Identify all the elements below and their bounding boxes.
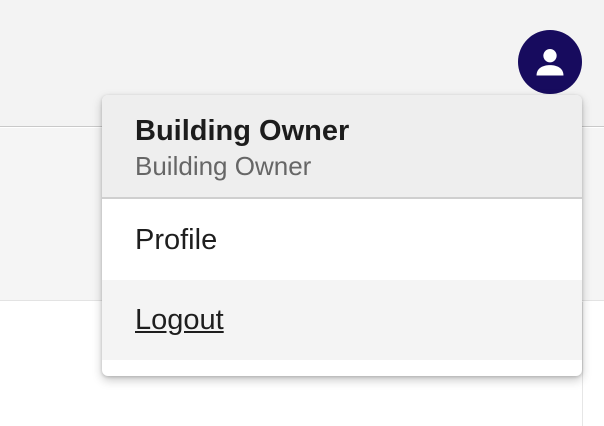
menu-item-logout-label: Logout bbox=[135, 304, 224, 336]
menu-item-logout[interactable]: Logout bbox=[102, 280, 582, 360]
user-dropdown-menu: Building Owner Building Owner Profile Lo… bbox=[102, 95, 582, 376]
user-role: Building Owner bbox=[135, 151, 312, 181]
user-name: Building Owner bbox=[135, 115, 350, 147]
user-avatar-button[interactable] bbox=[518, 30, 582, 94]
user-info-header: Building Owner Building Owner bbox=[102, 95, 582, 199]
menu-item-profile[interactable]: Profile bbox=[102, 200, 582, 280]
menu-item-profile-label: Profile bbox=[135, 224, 218, 256]
content-divider bbox=[582, 302, 583, 426]
account-person-icon bbox=[536, 49, 564, 76]
